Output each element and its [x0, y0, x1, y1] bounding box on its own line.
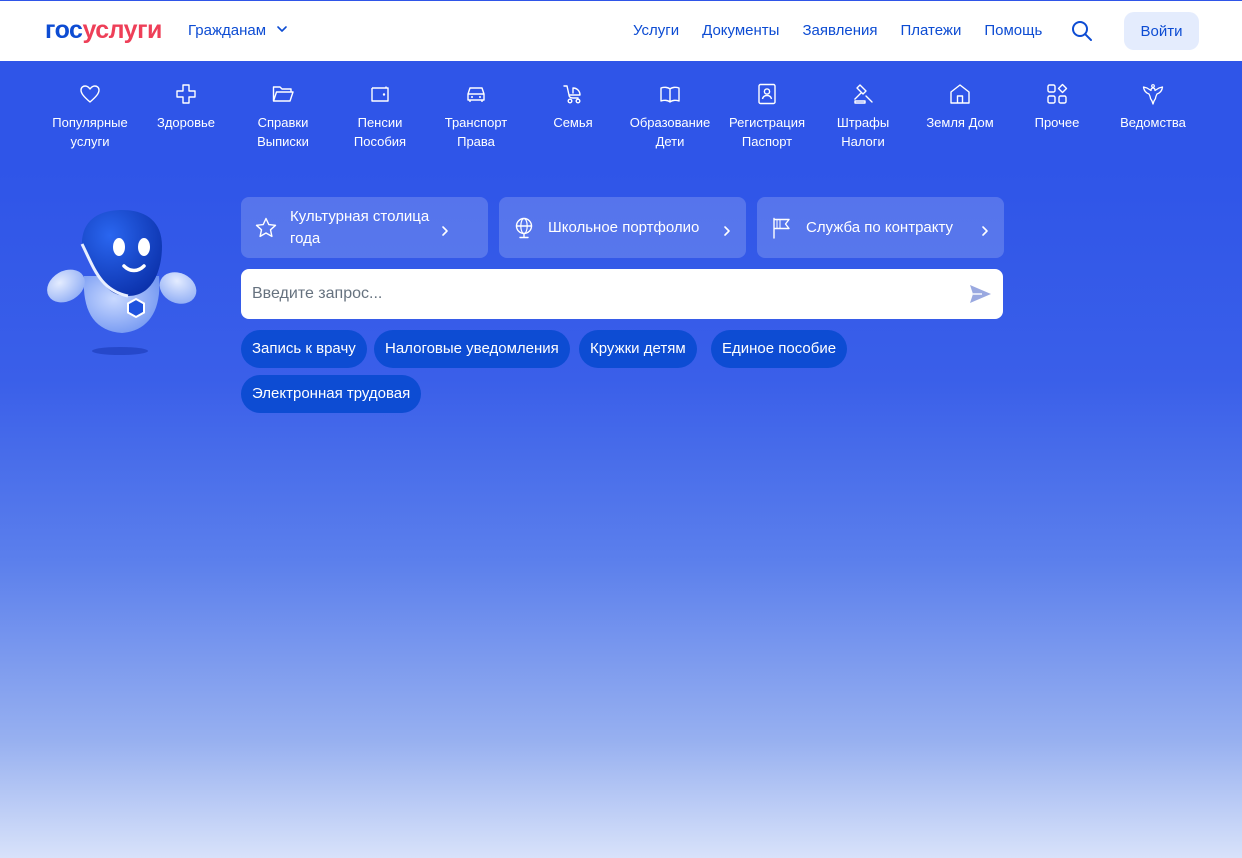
chip-tax-notices[interactable]: Налоговые уведомления — [374, 330, 570, 368]
wallet-icon — [368, 82, 392, 106]
audience-label: Гражданам — [188, 22, 267, 39]
heart-icon — [78, 82, 102, 106]
search-input[interactable] — [252, 285, 942, 303]
top-navigation: Услуги Документы Заявления Платежи Помощ… — [633, 21, 1065, 41]
chip-unified-benefit[interactable]: Единое пособие — [711, 330, 848, 368]
flag-icon — [770, 216, 794, 240]
nav-applications[interactable]: Заявления — [802, 21, 877, 41]
category-label: Земля Дом — [926, 115, 994, 130]
medical-cross-icon — [174, 82, 198, 106]
gosuslugi-logo[interactable]: госуслуги — [45, 16, 162, 44]
top-header: госуслуги Гражданам Услуги Документы Зая… — [0, 0, 1242, 61]
category-label: Паспорт — [741, 134, 793, 149]
star-icon — [254, 216, 278, 240]
category-label: Прочее — [1034, 115, 1080, 130]
nav-payments[interactable]: Платежи — [901, 21, 962, 41]
folder-icon — [271, 82, 295, 106]
category-land-house[interactable]: Земля Дом — [910, 82, 1010, 132]
chevron-right-icon — [722, 222, 732, 236]
category-label: Выписки — [257, 134, 309, 149]
category-popular[interactable]: Популярные услуги — [40, 82, 140, 151]
category-registration[interactable]: Регистрация Паспорт — [717, 82, 817, 151]
category-family[interactable]: Семья — [523, 82, 623, 132]
category-label: Ведомства — [1120, 115, 1186, 130]
category-fines[interactable]: Штрафы Налоги — [813, 82, 913, 151]
quick-link-culture-capital[interactable]: Культурная столица года — [241, 197, 488, 258]
passport-icon — [755, 82, 779, 106]
category-label: Налоги — [841, 134, 885, 149]
category-other[interactable]: Прочее — [1007, 82, 1107, 132]
logo-part-uslugi: услуги — [82, 16, 162, 44]
search-icon[interactable] — [1071, 20, 1093, 42]
chip-electronic-workbook[interactable]: Электронная трудовая — [241, 375, 422, 413]
chip-doctor-appointment[interactable]: Запись к врачу — [241, 330, 367, 368]
gavel-icon — [851, 82, 875, 106]
grid-icon — [1045, 82, 1069, 106]
chevron-right-icon — [440, 222, 450, 236]
category-agencies[interactable]: Ведомства — [1103, 82, 1203, 132]
category-label: Пособия — [353, 134, 407, 149]
chip-kids-clubs[interactable]: Кружки детям — [579, 330, 697, 368]
category-pensions[interactable]: Пенсии Пособия — [330, 82, 430, 151]
quick-link-contract-service[interactable]: Служба по контракту — [757, 197, 1004, 258]
category-transport[interactable]: Транспорт Права — [426, 82, 526, 151]
category-education[interactable]: Образование Дети — [620, 82, 720, 151]
nav-help[interactable]: Помощь — [984, 21, 1042, 41]
login-button[interactable]: Войти — [1124, 12, 1199, 50]
category-label: Семья — [553, 115, 593, 130]
category-label: Регистрация — [729, 115, 805, 130]
category-bar: Популярные услуги Здоровье Справки Выпис… — [41, 82, 1201, 152]
category-label: Пенсии — [357, 115, 403, 130]
globe-icon — [512, 216, 536, 240]
category-label: Штрафы — [836, 115, 890, 130]
car-icon — [464, 82, 488, 106]
nav-documents[interactable]: Документы — [702, 21, 779, 41]
book-icon — [658, 82, 682, 106]
category-label: Транспорт — [444, 115, 508, 130]
category-label: Справки — [257, 115, 309, 130]
nav-services[interactable]: Услуги — [633, 21, 679, 41]
quick-link-label: Школьное портфолио — [548, 218, 700, 236]
category-label: Дети — [655, 134, 685, 149]
category-label: Образование — [629, 115, 711, 130]
send-icon[interactable] — [968, 282, 992, 306]
category-label: Популярные — [52, 115, 128, 130]
search-bar — [241, 269, 1003, 319]
eagle-icon — [1141, 82, 1165, 106]
logo-part-gos: гос — [45, 16, 83, 44]
category-certificates[interactable]: Справки Выписки — [233, 82, 333, 151]
category-health[interactable]: Здоровье — [136, 82, 236, 132]
quick-link-label: Служба по контракту — [806, 218, 954, 236]
quick-link-school-portfolio[interactable]: Школьное портфолио — [499, 197, 746, 258]
quick-link-label: Культурная столица года — [290, 207, 430, 247]
chevron-down-icon — [276, 21, 288, 41]
chevron-right-icon — [980, 222, 990, 236]
robot-assistant-illustration[interactable] — [44, 206, 200, 362]
stroller-icon — [561, 82, 585, 106]
category-label: Права — [457, 134, 495, 149]
category-label: услуги — [70, 134, 110, 149]
category-label: Здоровье — [156, 115, 216, 130]
house-icon — [948, 82, 972, 106]
audience-dropdown[interactable]: Гражданам — [188, 21, 288, 41]
